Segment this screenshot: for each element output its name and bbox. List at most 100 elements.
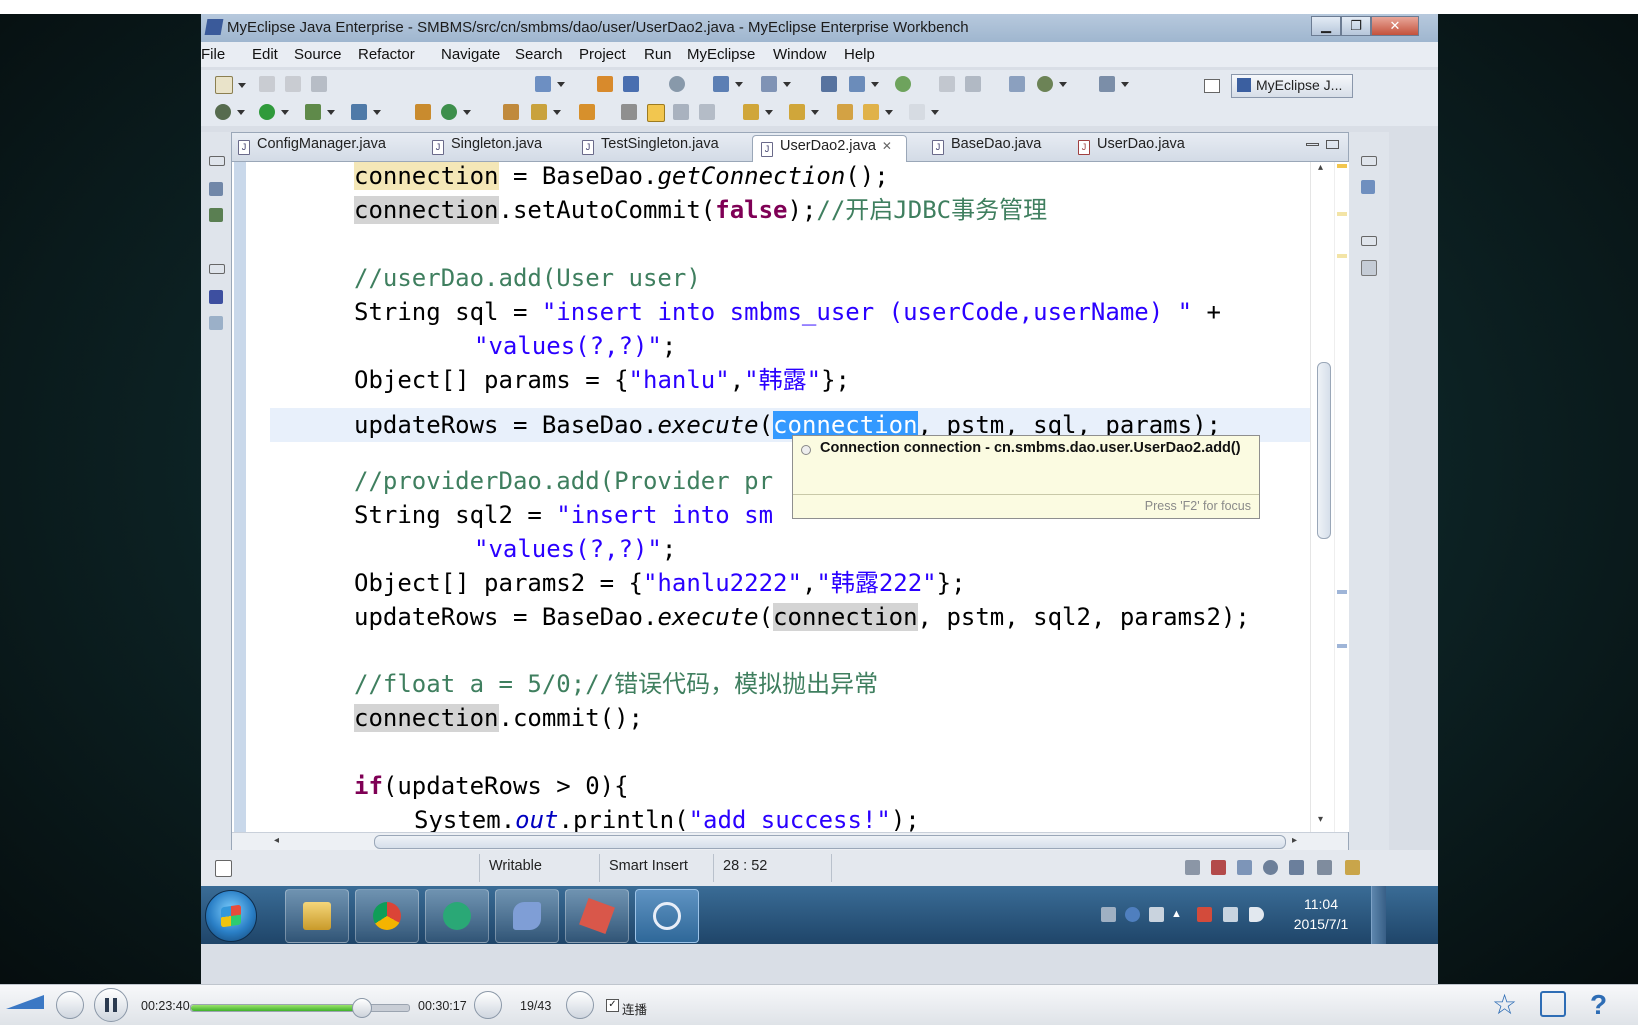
toggle-breadcrumb-icon[interactable] [621, 104, 637, 120]
run-icon[interactable] [259, 104, 289, 120]
keyboard-icon[interactable] [1101, 907, 1116, 922]
occurrence-marker[interactable] [1337, 590, 1347, 594]
globe-icon[interactable] [895, 76, 911, 92]
scroll-right-icon[interactable]: ▸ [1292, 835, 1297, 846]
note-edit-icon[interactable] [1540, 991, 1566, 1017]
undo-icon[interactable] [939, 76, 955, 92]
horizontal-scrollbar[interactable]: ◂ ▸ [232, 832, 1348, 850]
menu-window[interactable]: Window [773, 46, 826, 63]
close-button[interactable]: ✕ [1371, 16, 1419, 36]
open-task-icon[interactable] [669, 76, 685, 92]
run-server-icon[interactable] [821, 76, 837, 92]
hierarchy-icon[interactable] [209, 208, 223, 222]
restore-icon-3[interactable] [1361, 156, 1377, 166]
vertical-scroll-thumb[interactable] [1317, 362, 1331, 539]
server-icon[interactable] [761, 76, 791, 92]
deploy-icon[interactable] [713, 76, 743, 92]
status-pin-icon[interactable] [1345, 860, 1360, 875]
menu-search[interactable]: Search [515, 46, 563, 63]
occurrence-marker[interactable] [1337, 164, 1347, 168]
help-icon[interactable] [1125, 907, 1140, 922]
maximize-editor-icon[interactable] [1326, 140, 1339, 149]
restore-icon-2[interactable] [209, 264, 225, 274]
save-all-icon[interactable] [285, 76, 301, 92]
print-icon[interactable] [311, 76, 327, 92]
tab-userdao2[interactable]: J UserDao2.java ✕ [752, 135, 907, 164]
restore-icon-4[interactable] [1361, 236, 1377, 246]
tab-testsingleton[interactable]: J TestSingleton.java [582, 136, 719, 160]
menu-project[interactable]: Project [579, 46, 626, 63]
start-button[interactable] [205, 890, 257, 942]
taskbar-myeclipse[interactable] [635, 889, 699, 943]
horizontal-scroll-thumb[interactable] [374, 835, 1286, 849]
status-tool-icon[interactable] [1185, 860, 1200, 875]
block-selection-icon[interactable] [673, 104, 689, 120]
debug-icon[interactable] [215, 104, 245, 120]
help-question-icon[interactable]: ? [1590, 991, 1618, 1019]
save-icon[interactable] [259, 76, 275, 92]
report-icon[interactable] [1009, 76, 1025, 92]
perspective-button[interactable]: MyEclipse J... [1231, 74, 1353, 98]
forward-icon[interactable] [909, 104, 939, 120]
pause-button[interactable] [94, 988, 128, 1022]
open-package-icon[interactable] [597, 76, 613, 92]
open-perspective-icon[interactable] [1204, 79, 1220, 93]
previous-slide-button[interactable] [474, 991, 502, 1019]
show-hidden-icons-icon[interactable]: ▲ [1171, 907, 1186, 922]
continuous-play-checkbox[interactable]: ✓ [606, 999, 619, 1012]
volume-slider[interactable] [6, 995, 46, 1011]
menu-source[interactable]: Source [294, 46, 342, 63]
menu-help[interactable]: Help [844, 46, 875, 63]
menu-edit[interactable]: Edit [252, 46, 278, 63]
taskbar-clock[interactable]: 11:04 2015/7/1 [1276, 894, 1366, 934]
redo-icon[interactable] [965, 76, 981, 92]
occurrence-marker[interactable] [1337, 644, 1347, 648]
image-preview-icon[interactable] [209, 316, 223, 330]
show-whitespace-icon[interactable] [699, 104, 715, 120]
tab-basedao[interactable]: J BaseDao.java [932, 136, 1041, 160]
open-resource-icon[interactable] [579, 104, 595, 120]
restore-icon[interactable] [209, 156, 225, 166]
previous-annotation-icon[interactable] [789, 104, 819, 120]
scroll-left-icon[interactable]: ◂ [274, 835, 279, 846]
favorite-star-icon[interactable]: ☆ [1492, 991, 1520, 1019]
close-tab-icon[interactable]: ✕ [882, 139, 892, 153]
browser-icon[interactable] [849, 76, 879, 92]
seek-bar[interactable] [190, 998, 410, 1018]
coverage-icon[interactable] [305, 104, 335, 120]
camera-icon[interactable] [1099, 76, 1129, 92]
status-clipboard-icon[interactable] [1237, 860, 1252, 875]
status-error-icon[interactable] [1211, 860, 1226, 875]
javadoc-hover-popup[interactable]: Connection connection - cn.smbms.dao.use… [792, 435, 1260, 519]
package-explorer-icon[interactable] [209, 182, 223, 196]
new-package-icon[interactable] [441, 104, 471, 120]
tab-userdao[interactable]: J UserDao.java [1078, 136, 1185, 160]
status-monitor-icon[interactable] [1289, 860, 1304, 875]
occurrence-marker[interactable] [1337, 254, 1347, 258]
scroll-down-icon[interactable]: ▾ [1318, 814, 1323, 825]
search-tool-icon[interactable] [531, 104, 561, 120]
back-icon[interactable] [863, 104, 893, 120]
network-icon[interactable] [1223, 907, 1238, 922]
task-list-icon[interactable] [1361, 260, 1377, 276]
next-slide-button[interactable] [566, 991, 594, 1019]
playlist-button[interactable] [56, 991, 84, 1019]
open-type-icon[interactable] [623, 76, 639, 92]
flag-icon[interactable] [1197, 907, 1212, 922]
last-edit-icon[interactable] [837, 104, 853, 120]
new-class-icon[interactable] [415, 104, 431, 120]
occurrence-marker[interactable] [1337, 212, 1347, 216]
minimize-button[interactable]: ▁ [1311, 16, 1341, 36]
taskbar-app-dolphin[interactable] [495, 889, 559, 943]
external-tools-icon[interactable] [351, 104, 381, 120]
outline-icon[interactable] [1361, 180, 1375, 194]
menu-myeclipse[interactable]: MyEclipse [687, 46, 755, 63]
tab-singleton[interactable]: J Singleton.java [432, 136, 542, 160]
volume-icon[interactable] [1249, 907, 1264, 922]
open-folder-icon[interactable] [503, 104, 519, 120]
status-globe-icon[interactable] [1263, 860, 1278, 875]
minimize-editor-icon[interactable] [1306, 143, 1319, 146]
tab-configmanager[interactable]: J ConfigManager.java [238, 136, 386, 160]
seek-knob[interactable] [352, 998, 373, 1018]
scroll-up-icon[interactable]: ▴ [1318, 162, 1323, 173]
